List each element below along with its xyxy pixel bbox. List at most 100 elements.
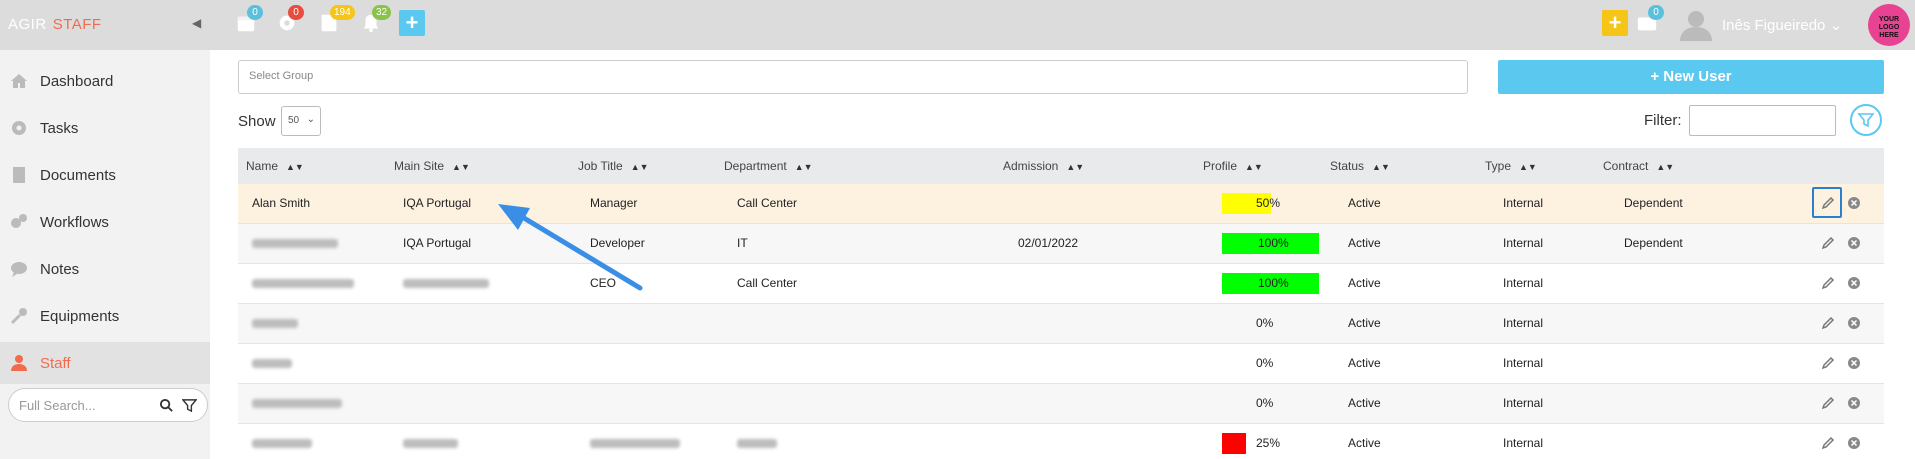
quick-add-button[interactable]: + (399, 10, 425, 36)
sidebar-item-workflows[interactable]: Workflows (0, 201, 210, 243)
cell-name (252, 356, 292, 371)
table-row[interactable]: 0% Active Internal (238, 344, 1884, 384)
cell-type: Internal (1503, 356, 1544, 370)
advanced-filter-button[interactable] (1850, 104, 1882, 136)
profile-percent: 0% (1256, 316, 1274, 330)
cell-site (403, 436, 458, 451)
full-search-input[interactable]: Full Search... (8, 388, 208, 422)
add-task-button[interactable]: + (1602, 10, 1628, 36)
search-icon[interactable] (159, 398, 174, 413)
sort-icon: ▲▼ (1066, 162, 1085, 172)
sort-icon: ▲▼ (452, 162, 470, 172)
sidebar-item-tasks[interactable]: Tasks (0, 107, 210, 149)
col-label: Job Title (578, 159, 623, 173)
col-contract[interactable]: Contract ▲▼ (1603, 159, 1674, 173)
col-name[interactable]: Name ▲▼ (246, 159, 304, 173)
chevron-left-icon[interactable]: ◀ (192, 16, 201, 30)
delete-icon[interactable] (1847, 236, 1861, 250)
col-label: Admission (1003, 159, 1059, 173)
show-label: Show (238, 113, 276, 130)
cell-status: Active (1348, 356, 1381, 370)
cell-site: IQA Portugal (403, 196, 472, 210)
pencil-icon[interactable] (1820, 435, 1836, 451)
col-main-site[interactable]: Main Site ▲▼ (394, 159, 470, 173)
table-row[interactable]: 0% Active Internal (238, 384, 1884, 424)
sidebar-item-notes[interactable]: Notes (0, 248, 210, 290)
profile-percent: 50% (1256, 196, 1281, 210)
col-label: Contract (1603, 159, 1649, 173)
page-size-select[interactable]: 50 ⌄ (281, 106, 321, 136)
col-profile[interactable]: Profile ▲▼ (1203, 159, 1263, 173)
brand[interactable]: AGIR STAFF (8, 16, 102, 33)
filter-label: Filter: (1644, 112, 1682, 129)
avatar[interactable] (1678, 7, 1714, 43)
delete-icon[interactable] (1847, 356, 1861, 370)
cell-type: Internal (1503, 396, 1544, 410)
redacted-text (252, 399, 342, 408)
user-menu[interactable]: Inês Figueiredo ⌄ (1722, 16, 1842, 34)
table-row[interactable]: 0% Active Internal (238, 304, 1884, 344)
wrench-icon (10, 308, 27, 325)
sidebar-item-label: Notes (40, 260, 80, 278)
col-admission[interactable]: Admission ▲▼ (1003, 159, 1084, 173)
profile-percent: 100% (1258, 236, 1289, 250)
plus-icon: + (1608, 10, 1622, 35)
user-icon (11, 355, 27, 371)
notifications-badge: 32 (372, 5, 392, 20)
settings-button[interactable]: 0 (276, 5, 304, 38)
pencil-icon[interactable] (1820, 195, 1836, 211)
pencil-icon[interactable] (1820, 355, 1836, 371)
col-job-title[interactable]: Job Title ▲▼ (578, 159, 649, 173)
inbox-button[interactable]: 0 (1636, 5, 1664, 38)
sidebar-item-label: Equipments (40, 307, 120, 325)
redacted-text (252, 439, 312, 448)
cell-dept (737, 436, 777, 451)
new-user-button[interactable]: + New User (1498, 60, 1884, 94)
sidebar-item-equipments[interactable]: Equipments (0, 295, 210, 337)
pencil-icon[interactable] (1820, 275, 1836, 291)
pencil-icon[interactable] (1820, 395, 1836, 411)
cell-type: Internal (1503, 236, 1544, 250)
messages-button[interactable]: 194 (318, 5, 355, 38)
cell-status: Active (1348, 396, 1381, 410)
workflow-icon (11, 214, 27, 228)
table-row[interactable]: Alan Smith IQA Portugal Manager Call Center… (238, 184, 1884, 224)
delete-icon[interactable] (1847, 316, 1861, 330)
cell-type: Internal (1503, 316, 1544, 330)
cell-contract: Dependent (1624, 196, 1683, 210)
pencil-icon[interactable] (1820, 315, 1836, 331)
col-label: Name (246, 159, 279, 173)
chevron-down-icon: ⌄ (306, 114, 315, 125)
col-status[interactable]: Status ▲▼ (1330, 159, 1390, 173)
redacted-text (252, 239, 338, 248)
pencil-icon[interactable] (1820, 235, 1836, 251)
col-label: Type (1485, 159, 1512, 173)
cell-status: Active (1348, 316, 1381, 330)
delete-icon[interactable] (1847, 276, 1861, 290)
delete-icon[interactable] (1847, 196, 1861, 210)
calendar-badge: 0 (247, 5, 263, 20)
sidebar-item-staff[interactable]: Staff (0, 342, 210, 384)
notifications-button[interactable]: 32 (360, 5, 392, 38)
redacted-text (403, 439, 458, 448)
document-icon (13, 167, 25, 183)
calendar-button[interactable]: 0 (235, 5, 263, 38)
chevron-down-icon: ⌄ (1829, 17, 1843, 34)
cell-name (252, 396, 342, 411)
company-logo: YOUR LOGO HERE (1868, 4, 1910, 46)
filter-input[interactable] (1689, 105, 1836, 136)
brand-left: AGIR (8, 16, 47, 33)
delete-icon[interactable] (1847, 436, 1861, 450)
table-row[interactable]: 25% Active Internal (238, 424, 1884, 459)
table-row[interactable]: CEO Call Center 100% Active Internal (238, 264, 1884, 304)
col-type[interactable]: Type ▲▼ (1485, 159, 1537, 173)
col-label: Department (724, 159, 787, 173)
sidebar-item-documents[interactable]: Documents (0, 154, 210, 196)
sidebar-item-label: Tasks (40, 119, 79, 137)
delete-icon[interactable] (1847, 396, 1861, 410)
filter-icon[interactable] (182, 398, 197, 413)
group-select[interactable]: Select Group (238, 60, 1468, 94)
table-row[interactable]: IQA Portugal Developer IT 02/01/2022 100% Act… (238, 224, 1884, 264)
sidebar-item-dashboard[interactable]: Dashboard (0, 60, 210, 102)
col-department[interactable]: Department ▲▼ (724, 159, 813, 173)
